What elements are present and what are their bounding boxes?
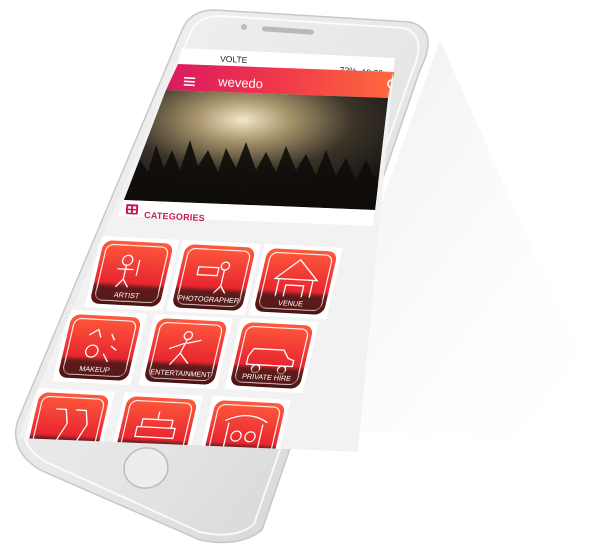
category-tile-artist[interactable]: ARTIST bbox=[84, 235, 179, 312]
category-label: ARTIST bbox=[113, 290, 141, 300]
phone-mockup: VOLTE 72% 10:36 pm wevedo bbox=[14, 9, 600, 544]
front-camera bbox=[241, 24, 247, 30]
category-label: VENUE bbox=[277, 298, 304, 308]
category-tile-entertainment[interactable]: ENTERTAINMENT bbox=[138, 313, 233, 390]
category-tile-venue[interactable]: VENUE bbox=[248, 243, 343, 320]
app-title: wevedo bbox=[217, 74, 264, 91]
phone-screen: VOLTE 72% 10:36 pm wevedo bbox=[18, 48, 395, 452]
category-tile-private-hire[interactable]: PRIVATE HIRE bbox=[224, 317, 319, 394]
category-tile-photographer[interactable]: PHOTOGRAPHER bbox=[166, 239, 261, 316]
hamburger-menu-icon[interactable] bbox=[183, 77, 196, 87]
phone-mockup-stage: VOLTE 72% 10:36 pm wevedo bbox=[0, 0, 615, 548]
grid-icon bbox=[125, 204, 139, 215]
category-label: MAKEUP bbox=[78, 364, 111, 374]
network-label: VOLTE bbox=[220, 54, 248, 65]
